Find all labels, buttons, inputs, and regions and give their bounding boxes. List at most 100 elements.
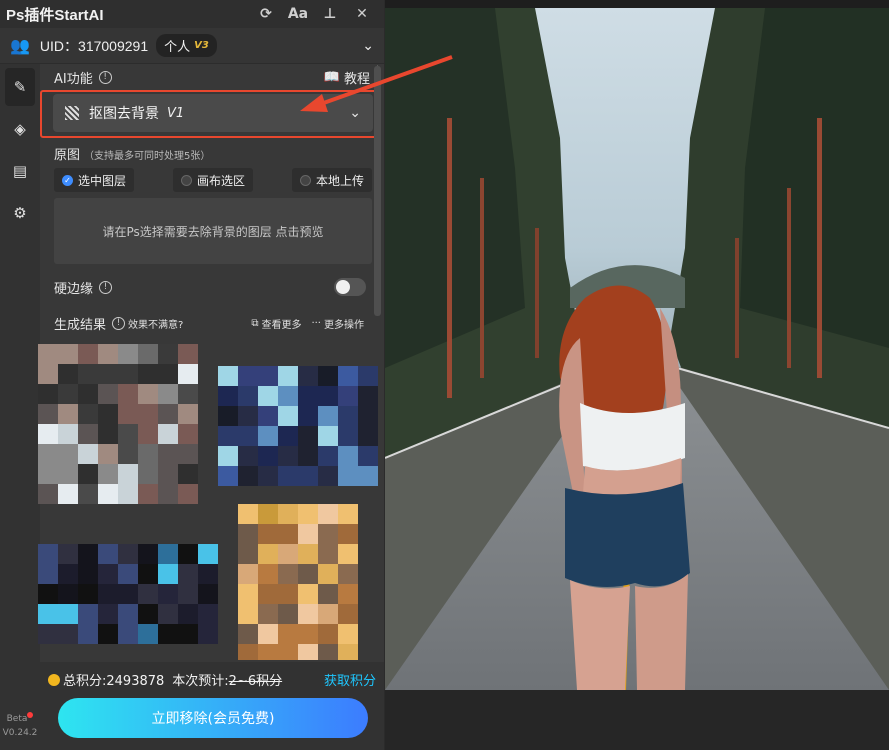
sidebar: ✎ ◈ ▤ ⚙ Beta V0.24.2 [0, 64, 40, 750]
title-bar: Ps插件StartAI ⟳ Aa ⊥ ✕ [0, 0, 384, 28]
info-icon[interactable]: ! [98, 70, 112, 84]
mosaic-pixel [118, 624, 138, 644]
mosaic-pixel [158, 364, 178, 384]
plan-label: 个人 [164, 40, 191, 55]
feature-label: 抠图去背景 [89, 106, 159, 122]
mosaic-pixel [178, 464, 198, 484]
mosaic-pixel [98, 364, 118, 384]
mosaic-pixel [298, 524, 318, 544]
mosaic-pixel [78, 544, 98, 564]
pin-icon[interactable]: ⊥ [314, 6, 346, 22]
mosaic-pixel [238, 406, 258, 426]
source-option-selected-layer[interactable]: ✓ 选中图层 [54, 168, 135, 192]
mosaic-pixel [38, 564, 58, 584]
canvas-top-strip [385, 0, 889, 8]
mosaic-pixel [98, 344, 118, 364]
mosaic-pixel [318, 544, 338, 564]
mosaic-pixel [218, 446, 238, 466]
canvas-photo[interactable] [385, 8, 889, 690]
mosaic-pixel [138, 404, 158, 424]
mosaic-pixel [118, 484, 138, 504]
result-label: 生成结果 [54, 317, 107, 333]
mosaic-pixel [338, 604, 358, 624]
sidebar-layers-button[interactable]: ◈ [0, 110, 40, 148]
mosaic-pixel [138, 584, 158, 604]
mosaic-pixel [278, 644, 298, 660]
mosaic-pixel [78, 484, 98, 504]
close-icon[interactable]: ✕ [346, 6, 378, 22]
chevron-down-icon[interactable]: ⌄ [362, 38, 374, 54]
version-number: V0.24.2 [2, 728, 38, 738]
mosaic-pixel [278, 624, 298, 644]
info-icon[interactable]: ! [99, 280, 113, 294]
source-preview-zone[interactable]: 请在Ps选择需要去除背景的图层 点击预览 [54, 198, 372, 264]
mosaic-pixel [118, 564, 138, 584]
mosaic-pixel [238, 584, 258, 604]
refresh-icon[interactable]: ⟳ [250, 6, 282, 22]
mosaic-pixel [258, 644, 278, 660]
option-label: 本地上传 [315, 173, 364, 188]
sidebar-edit-button[interactable]: ✎ [5, 68, 35, 106]
mosaic-pixel [58, 584, 78, 604]
hard-edge-toggle[interactable] [334, 278, 366, 296]
result-thumbnail[interactable] [238, 504, 358, 660]
mosaic-pixel [98, 424, 118, 444]
plugin-panel: Ps插件StartAI ⟳ Aa ⊥ ✕ 👥 UID：317009291 个人 … [0, 0, 385, 750]
mosaic-pixel [278, 426, 298, 446]
ai-feature-label: AI功能 [54, 71, 93, 87]
mosaic-pixel [278, 544, 298, 564]
coin-icon [48, 673, 60, 686]
tree-trunk [735, 238, 739, 358]
mosaic-pixel [78, 604, 98, 624]
woman-top [580, 403, 685, 471]
user-bar[interactable]: 👥 UID：317009291 个人 V3 ⌄ [0, 28, 384, 64]
tutorial-link[interactable]: 📖 教程 [324, 68, 370, 87]
toggle-knob [336, 280, 350, 294]
mosaic-pixel [318, 524, 338, 544]
mosaic-pixel [318, 584, 338, 604]
mosaic-pixel [98, 444, 118, 464]
source-option-local-upload[interactable]: 本地上传 [291, 168, 372, 192]
mosaic-pixel [158, 464, 178, 484]
woman-shorts [565, 483, 690, 587]
mosaic-pixel [58, 564, 78, 584]
view-more-link[interactable]: 查看更多 [261, 316, 301, 331]
mosaic-pixel [158, 584, 178, 604]
sidebar-settings-button[interactable]: ⚙ [0, 194, 40, 232]
result-thumbnail[interactable] [218, 366, 378, 486]
mosaic-pixel [258, 524, 278, 544]
mosaic-pixel [358, 446, 378, 466]
mosaic-pixel [258, 426, 278, 446]
info-icon[interactable]: ! [112, 316, 126, 330]
mosaic-pixel [158, 604, 178, 624]
hard-edge-row: 硬边缘 ! [40, 274, 378, 300]
mosaic-pixel [278, 564, 298, 584]
mosaic-pixel [338, 426, 358, 446]
source-note: （支持最多可同时处理5张） [84, 151, 211, 162]
mosaic-pixel [298, 406, 318, 426]
option-label: 选中图层 [78, 173, 127, 188]
unsatisfied-link[interactable]: 效果不满意? [128, 316, 183, 331]
panel-scrollbar[interactable] [374, 66, 381, 316]
mosaic-pixel [298, 426, 318, 446]
mosaic-pixel [258, 604, 278, 624]
mosaic-pixel [318, 644, 338, 660]
mosaic-pixel [298, 544, 318, 564]
feature-selector[interactable]: 抠图去背景 V1 ⌄ [53, 94, 373, 132]
result-thumbnail[interactable] [38, 344, 198, 504]
sidebar-tasks-button[interactable]: ▤ [0, 152, 40, 190]
mosaic-pixel [78, 384, 98, 404]
mosaic-pixel [158, 484, 178, 504]
more-actions-link[interactable]: 更多操作 [324, 316, 364, 331]
source-option-canvas-selection[interactable]: 画布选区 [172, 168, 253, 192]
mosaic-pixel [238, 504, 258, 524]
result-thumbnail[interactable] [38, 544, 218, 644]
mosaic-pixel [238, 466, 258, 486]
estimate-value: 2~6积分 [228, 674, 283, 689]
mosaic-pixel [78, 464, 98, 484]
font-size-button[interactable]: Aa [282, 6, 314, 22]
remove-now-button[interactable]: 立即移除(会员免费) [58, 698, 368, 738]
hard-edge-label: 硬边缘 [54, 281, 94, 297]
mosaic-pixel [38, 404, 58, 424]
get-points-link[interactable]: 获取积分 [324, 670, 376, 689]
